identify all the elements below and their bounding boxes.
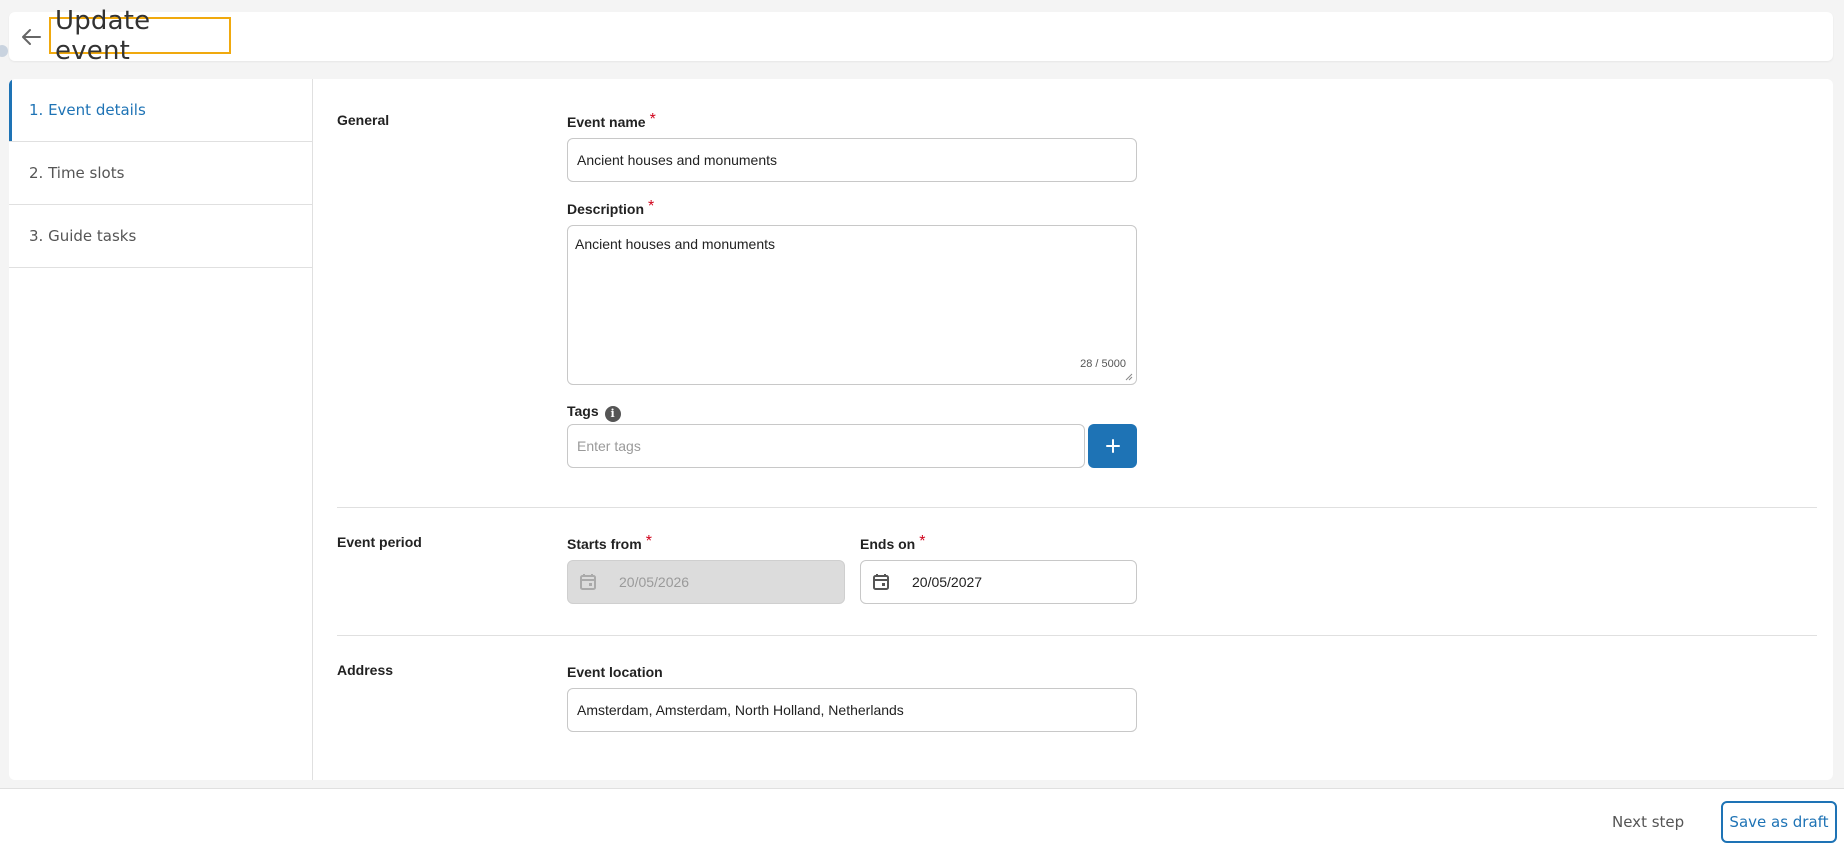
step-label: 1. Event details [29, 101, 146, 119]
section-divider [337, 507, 1817, 508]
description-textarea[interactable]: Ancient houses and monuments 28 / 5000 [567, 225, 1137, 385]
section-divider [337, 635, 1817, 636]
page-header [9, 12, 1833, 61]
main-panel: 1. Event details 2. Time slots 3. Guide … [9, 79, 1833, 780]
event-name-label: Event name * [567, 111, 656, 130]
tags-input[interactable]: Enter tags [567, 424, 1085, 468]
step-time-slots[interactable]: 2. Time slots [9, 142, 312, 205]
calendar-icon [580, 574, 596, 590]
ends-on-date-input[interactable]: 20/05/2027 [860, 560, 1137, 604]
starts-from-date-input: 20/05/2026 [567, 560, 845, 604]
starts-from-label: Starts from * [567, 533, 652, 552]
description-label: Description * [567, 198, 655, 217]
section-event-period-label: Event period [337, 534, 422, 550]
plus-icon [1105, 439, 1120, 453]
event-name-input[interactable]: Ancient houses and monuments [567, 138, 1137, 182]
event-location-input[interactable]: Amsterdam, Amsterdam, North Holland, Net… [567, 688, 1137, 732]
ends-on-label: Ends on * [860, 533, 926, 552]
step-label: 2. Time slots [29, 164, 125, 182]
back-button[interactable] [18, 24, 44, 50]
tags-label: Tags i [567, 403, 621, 422]
save-draft-button[interactable]: Save as draft [1721, 801, 1837, 843]
add-tag-button[interactable] [1088, 424, 1137, 468]
character-counter: 28 / 5000 [1080, 358, 1126, 370]
arrow-left-icon [22, 29, 41, 45]
step-label: 3. Guide tasks [29, 227, 137, 245]
calendar-icon[interactable] [872, 573, 890, 591]
info-icon[interactable]: i [604, 405, 621, 422]
next-step-button[interactable]: Next step [1612, 813, 1684, 831]
section-general-label: General [337, 112, 390, 128]
page-title: Update event [55, 5, 151, 66]
page-title-box: Update event [49, 6, 231, 66]
event-location-label: Event location [567, 664, 663, 680]
section-address-label: Address [337, 662, 394, 678]
steps-nav: 1. Event details 2. Time slots 3. Guide … [9, 79, 313, 780]
resize-handle-icon[interactable] [1125, 373, 1133, 381]
footer-bar: Next step Save as draft [0, 788, 1844, 852]
step-guide-tasks[interactable]: 3. Guide tasks [9, 205, 312, 268]
step-event-details[interactable]: 1. Event details [9, 79, 312, 142]
side-handle [0, 45, 8, 57]
